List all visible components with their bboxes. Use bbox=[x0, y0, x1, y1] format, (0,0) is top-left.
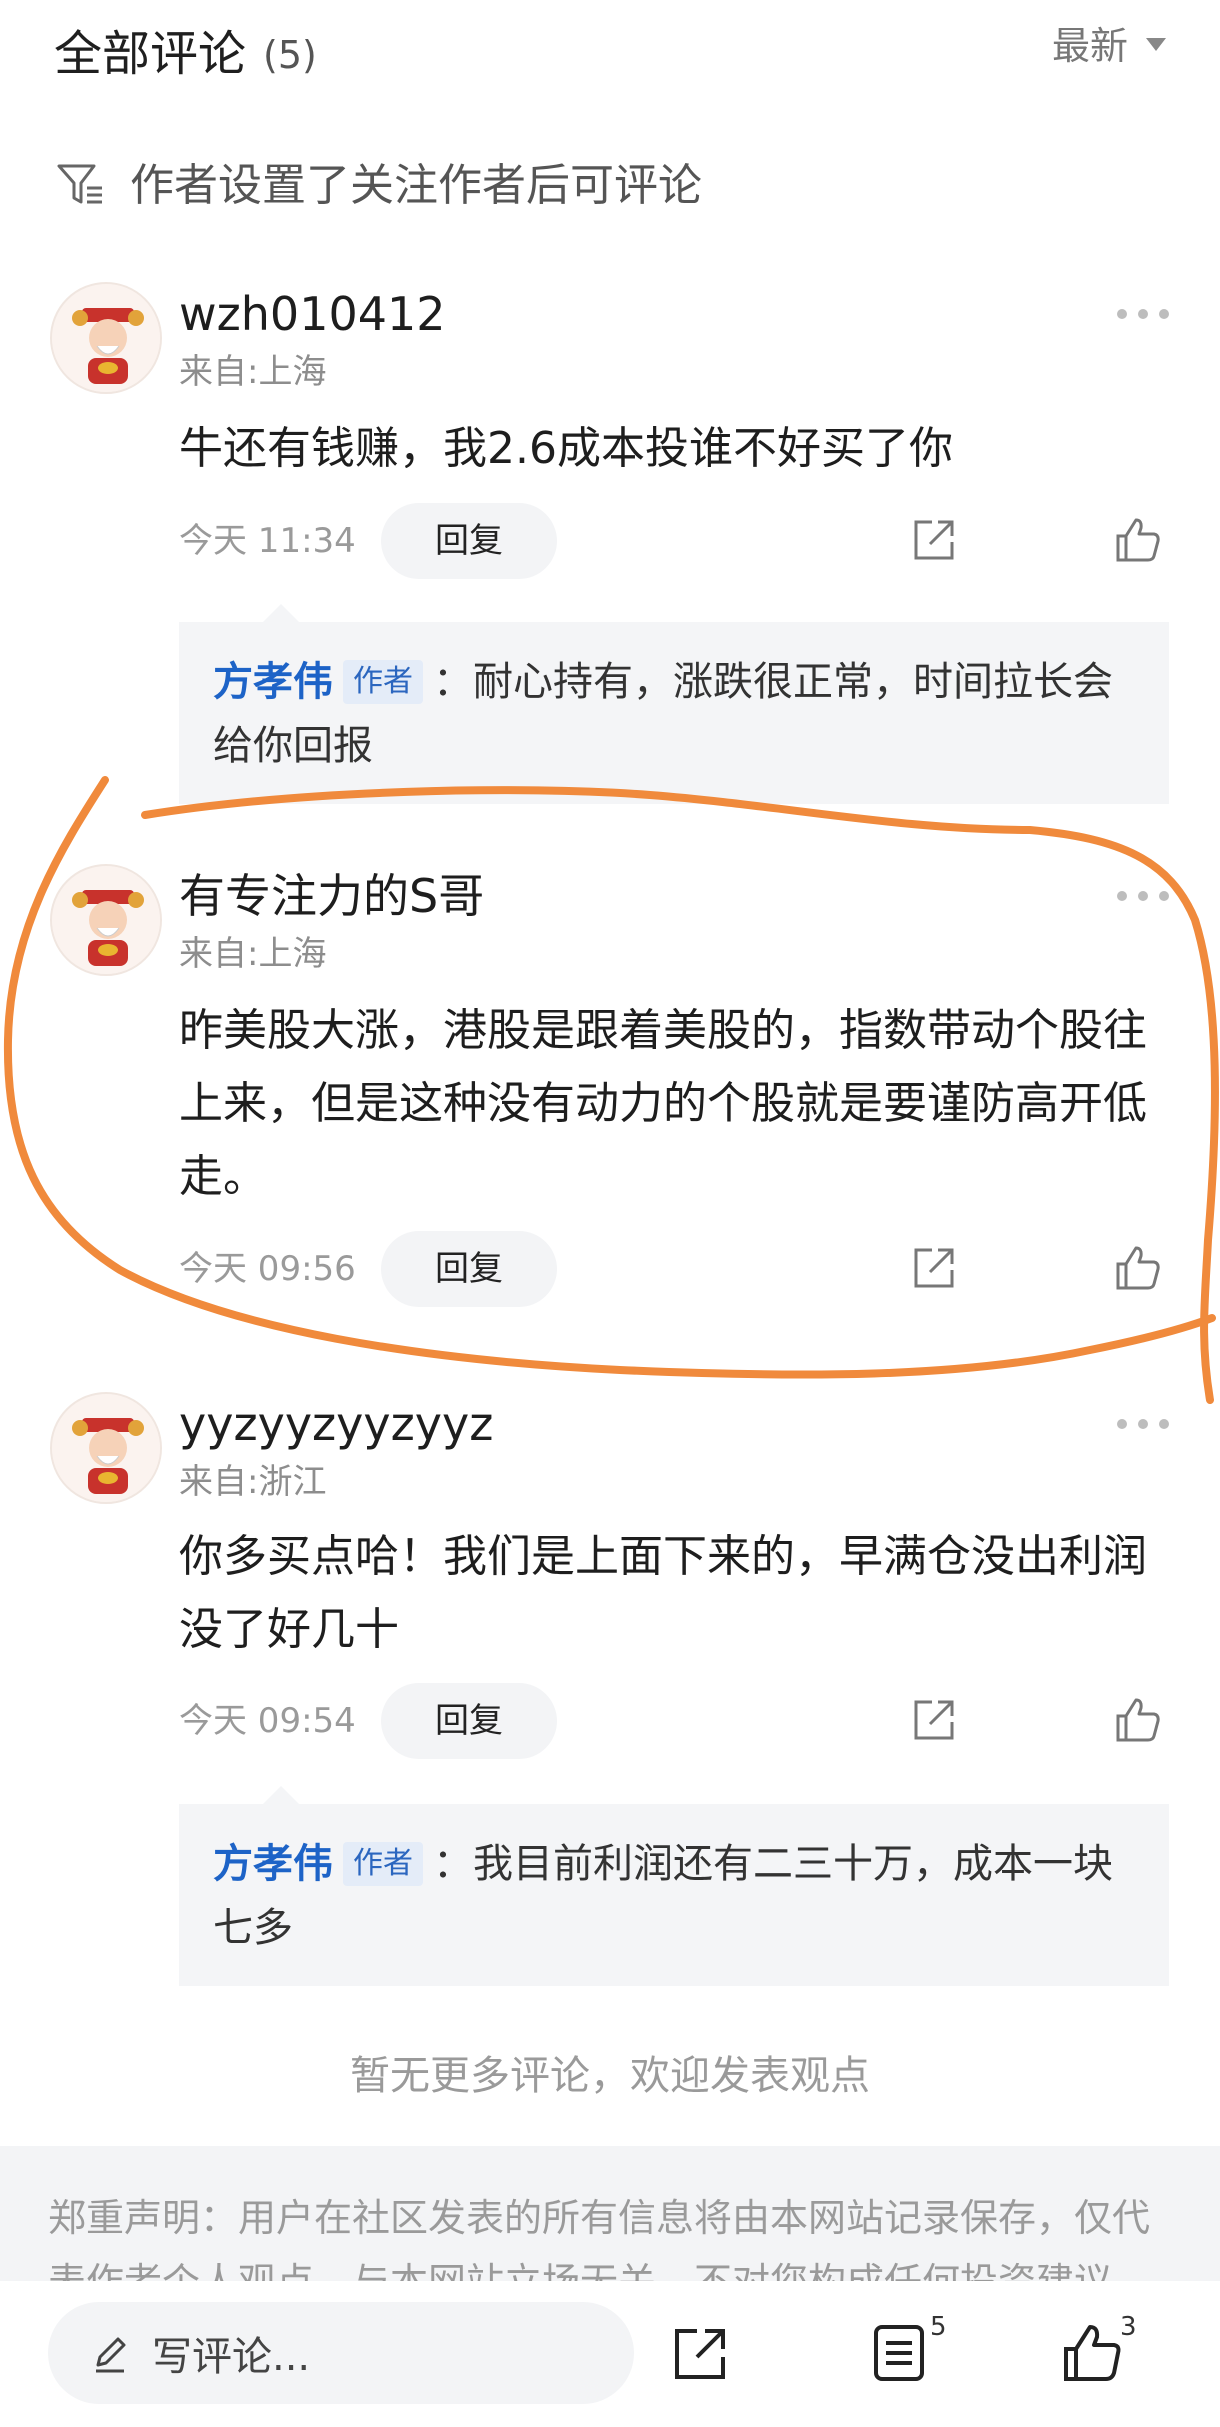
notice-text: 作者设置了关注作者后可评论 bbox=[130, 160, 702, 211]
reply-button[interactable]: 回复 bbox=[381, 503, 557, 579]
comment-time: 今天 11:34 bbox=[179, 521, 356, 561]
avatar[interactable] bbox=[50, 1392, 162, 1504]
author-badge: 作者 bbox=[343, 660, 423, 704]
author-reply: 方孝伟 作者 ：我目前利润还有二三十万，成本一块七多 bbox=[179, 1786, 1169, 1986]
avatar[interactable] bbox=[50, 864, 162, 976]
caret-down-icon[interactable] bbox=[1146, 38, 1166, 51]
comment-location: 来自:浙江 bbox=[179, 1462, 327, 1502]
share-icon[interactable] bbox=[908, 1694, 960, 1746]
comment-input[interactable]: 写评论... bbox=[48, 2302, 634, 2404]
author-badge: 作者 bbox=[343, 1842, 423, 1886]
avatar[interactable] bbox=[50, 282, 162, 394]
author-reply: 方孝伟 作者 ：耐心持有，涨跌很正常，时间拉长会给你回报 bbox=[179, 604, 1169, 804]
comment-username[interactable]: 有专注力的S哥 bbox=[179, 866, 484, 926]
share-icon[interactable] bbox=[908, 514, 960, 566]
like-icon[interactable] bbox=[1060, 2321, 1124, 2385]
more-options-icon[interactable] bbox=[1117, 307, 1169, 321]
share-icon[interactable] bbox=[669, 2321, 733, 2385]
like-icon[interactable] bbox=[1112, 514, 1164, 566]
comment-body: 牛还有钱赚，我2.6成本投谁不好买了你 bbox=[179, 423, 953, 474]
comment-time: 今天 09:56 bbox=[179, 1249, 356, 1289]
comment-location: 来自:上海 bbox=[179, 352, 327, 392]
reply-author-name[interactable]: 方孝伟 bbox=[213, 659, 333, 705]
disclaimer-section: 郑重声明：用户在社区发表的所有信息将由本网站记录保存，仅代表作者个人观点，与本网… bbox=[0, 2146, 1220, 2281]
comment-username[interactable]: yyzyyzyyzyyz bbox=[179, 1394, 493, 1454]
reply-author-name[interactable]: 方孝伟 bbox=[213, 1841, 333, 1887]
no-more-comments-text: 暂无更多评论，欢迎发表观点 bbox=[350, 2053, 870, 2099]
likes-count-badge: 3 bbox=[1120, 2312, 1137, 2342]
pencil-icon bbox=[88, 2331, 132, 2375]
like-icon[interactable] bbox=[1112, 1242, 1164, 1294]
comment-permission-notice: 作者设置了关注作者后可评论 bbox=[54, 156, 702, 216]
comment-body: 你多买点哈！我们是上面下来的，早满仓没出利润没了好几十 bbox=[179, 1531, 1147, 1655]
comment-body: 昨美股大涨，港股是跟着美股的，指数带动个股往上来，但是这种没有动力的个股就是要谨… bbox=[179, 1005, 1147, 1202]
comment-input-placeholder: 写评论... bbox=[152, 2334, 311, 2380]
comments-title: 全部评论 bbox=[54, 26, 247, 82]
disclaimer-text: 郑重声明：用户在社区发表的所有信息将由本网站记录保存，仅代表作者个人观点，与本网… bbox=[48, 2196, 1151, 2281]
comments-list-icon[interactable] bbox=[868, 2321, 932, 2385]
share-icon[interactable] bbox=[908, 1242, 960, 1294]
sort-dropdown[interactable]: 最新 bbox=[1052, 20, 1128, 72]
comments-count: (5) bbox=[263, 33, 317, 77]
comment-location: 来自:上海 bbox=[179, 934, 327, 974]
like-icon[interactable] bbox=[1112, 1694, 1164, 1746]
comments-count-badge: 5 bbox=[930, 2312, 947, 2342]
reply-button[interactable]: 回复 bbox=[381, 1231, 557, 1307]
reply-button[interactable]: 回复 bbox=[381, 1683, 557, 1759]
comment-time: 今天 09:54 bbox=[179, 1701, 356, 1741]
more-options-icon[interactable] bbox=[1117, 1417, 1169, 1431]
more-options-icon[interactable] bbox=[1117, 889, 1169, 903]
comment-username[interactable]: wzh010412 bbox=[179, 284, 446, 344]
filter-icon bbox=[54, 158, 106, 214]
